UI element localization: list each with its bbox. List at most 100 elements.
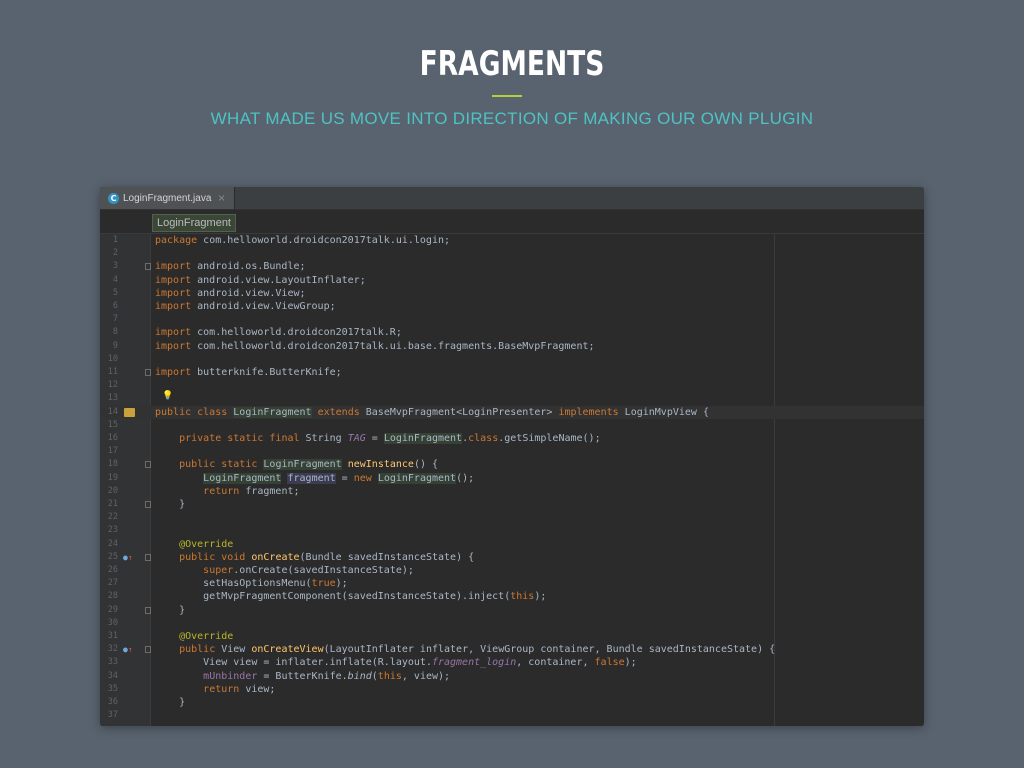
- code-text: setHasOptionsMenu(true);: [155, 578, 348, 590]
- code-text: import android.os.Bundle;: [155, 261, 306, 273]
- line-number: 25: [107, 551, 118, 562]
- code-text: }: [155, 604, 186, 616]
- code-line[interactable]: 11 import butterknife.ButterKnife;: [100, 366, 924, 379]
- line-number: 22: [107, 512, 118, 523]
- line-number: 16: [107, 433, 118, 443]
- line-number: 11: [107, 367, 118, 377]
- code-line[interactable]: 2: [100, 247, 924, 260]
- code-text: public View onCreateView(LayoutInflater …: [179, 644, 776, 656]
- code-line[interactable]: 10: [100, 353, 924, 366]
- code-line[interactable]: 27 setHasOptionsMenu(true);: [100, 577, 924, 590]
- line-number: 15: [107, 419, 118, 430]
- line-number: 17: [107, 446, 118, 457]
- code-line[interactable]: 35 return view;: [100, 683, 924, 696]
- code-line[interactable]: 36 }: [100, 696, 924, 709]
- line-number: 2: [112, 248, 118, 259]
- ide-window: C LoginFragment.java × LoginFragment 1 pa…: [100, 187, 924, 726]
- code-text: import android.view.ViewGroup;: [155, 301, 336, 312]
- code-line[interactable]: 24 @Override: [100, 538, 924, 551]
- line-number: 14: [107, 406, 118, 417]
- code-line[interactable]: 25 ●↑ public void onCreate(Bundle savedIn…: [100, 551, 924, 564]
- editor-tab-bar: C LoginFragment.java ×: [100, 187, 924, 210]
- code-text: public void onCreate(Bundle savedInstanc…: [179, 551, 475, 563]
- code-line[interactable]: 4 import android.view.LayoutInflater;: [100, 274, 924, 287]
- fold-marker-icon[interactable]: [145, 461, 151, 469]
- implements-icon[interactable]: [124, 407, 135, 417]
- line-number: 31: [107, 631, 118, 641]
- override-icon[interactable]: ●↑: [123, 643, 133, 656]
- code-line[interactable]: 20 return fragment;: [100, 485, 924, 498]
- code-text: return view;: [203, 683, 276, 695]
- line-number: 3: [112, 261, 118, 272]
- fold-marker-icon[interactable]: [145, 553, 151, 561]
- fold-marker-icon[interactable]: [145, 646, 151, 654]
- line-number: 33: [107, 657, 118, 668]
- breadcrumb[interactable]: LoginFragment: [152, 214, 236, 232]
- code-text: super.onCreate(savedInstanceState);: [203, 565, 414, 576]
- code-line[interactable]: 29 }: [100, 604, 924, 617]
- line-number: 37: [107, 710, 118, 721]
- code-line[interactable]: 15: [100, 419, 924, 432]
- code-text: LoginFragment fragment = new LoginFragme…: [203, 472, 475, 484]
- line-number: 30: [107, 617, 118, 628]
- code-line[interactable]: 17: [100, 445, 924, 458]
- code-text: @Override: [179, 538, 234, 550]
- code-line[interactable]: 18 public static LoginFragment newInstan…: [100, 458, 924, 471]
- code-line[interactable]: 3 import android.os.Bundle;: [100, 260, 924, 273]
- line-number: 18: [107, 459, 118, 470]
- fold-marker-icon[interactable]: [145, 606, 151, 614]
- line-number: 23: [107, 525, 118, 536]
- code-line[interactable]: 32 ●↑ public View onCreateView(LayoutInfl…: [100, 643, 924, 656]
- code-line[interactable]: 5 import android.view.View;: [100, 287, 924, 300]
- code-line[interactable]: 19 LoginFragment fragment = new LoginFra…: [100, 472, 924, 485]
- code-editor[interactable]: 1 package com.helloworld.droidcon2017talk…: [100, 234, 924, 726]
- code-line[interactable]: 14 public class LoginFragment extends Bas…: [100, 405, 924, 419]
- line-number: 21: [107, 499, 118, 509]
- line-number: 8: [112, 327, 118, 338]
- line-number: 27: [107, 578, 118, 589]
- breadcrumb-bar: LoginFragment: [100, 210, 924, 234]
- code-line[interactable]: 13: [100, 392, 924, 405]
- code-line[interactable]: 16 private static final String TAG = Log…: [100, 432, 924, 445]
- code-line[interactable]: 7: [100, 313, 924, 326]
- line-number: 12: [107, 380, 118, 391]
- line-number: 26: [107, 565, 118, 575]
- code-line[interactable]: 9 import com.helloworld.droidcon2017talk.…: [100, 340, 924, 353]
- code-line[interactable]: 21 }: [100, 498, 924, 511]
- code-line[interactable]: 26 super.onCreate(savedInstanceState);: [100, 564, 924, 577]
- tab-label: LoginFragment.java: [123, 192, 212, 204]
- code-text: import android.view.View;: [155, 287, 306, 299]
- code-line[interactable]: 31 @Override: [100, 630, 924, 643]
- code-line[interactable]: 23: [100, 524, 924, 537]
- line-number: 29: [107, 604, 118, 615]
- code-line[interactable]: 37: [100, 709, 924, 722]
- code-text: mUnbinder = ButterKnife.bind(this, view)…: [203, 670, 451, 682]
- code-line[interactable]: 8 import com.helloworld.droidcon2017talk.…: [100, 326, 924, 339]
- line-number: 20: [107, 485, 118, 496]
- line-number: 1: [112, 235, 118, 245]
- code-line[interactable]: 6 import android.view.ViewGroup;: [100, 300, 924, 313]
- fold-marker-icon[interactable]: [145, 263, 151, 271]
- code-line[interactable]: 33 View view = inflater.inflate(R.layout…: [100, 656, 924, 669]
- close-icon[interactable]: ×: [217, 193, 225, 204]
- code-line[interactable]: 28 getMvpFragmentComponent(savedInstance…: [100, 590, 924, 603]
- fold-marker-icon[interactable]: [145, 501, 151, 508]
- code-text: import com.helloworld.droidcon2017talk.u…: [155, 340, 595, 352]
- tab-login-fragment[interactable]: C LoginFragment.java ×: [100, 187, 235, 209]
- line-number: 24: [107, 538, 118, 549]
- code-line[interactable]: 30: [100, 617, 924, 630]
- code-line[interactable]: 12: [100, 379, 924, 392]
- code-text: import com.helloworld.droidcon2017talk.R…: [155, 327, 402, 339]
- override-icon[interactable]: ●↑: [123, 551, 133, 564]
- code-line[interactable]: 22: [100, 511, 924, 524]
- line-number: 4: [112, 274, 118, 285]
- code-text: public static LoginFragment newInstance(…: [179, 459, 439, 471]
- line-number: 13: [107, 393, 118, 404]
- line-number: 7: [112, 314, 118, 325]
- line-number: 6: [112, 301, 118, 311]
- intention-bulb-icon[interactable]: 💡: [162, 391, 173, 401]
- slide-title: FRAGMENTS: [419, 44, 605, 84]
- code-line[interactable]: 34 mUnbinder = ButterKnife.bind(this, vi…: [100, 670, 924, 683]
- code-line[interactable]: 1 package com.helloworld.droidcon2017talk…: [100, 234, 924, 247]
- fold-marker-icon[interactable]: [145, 369, 151, 376]
